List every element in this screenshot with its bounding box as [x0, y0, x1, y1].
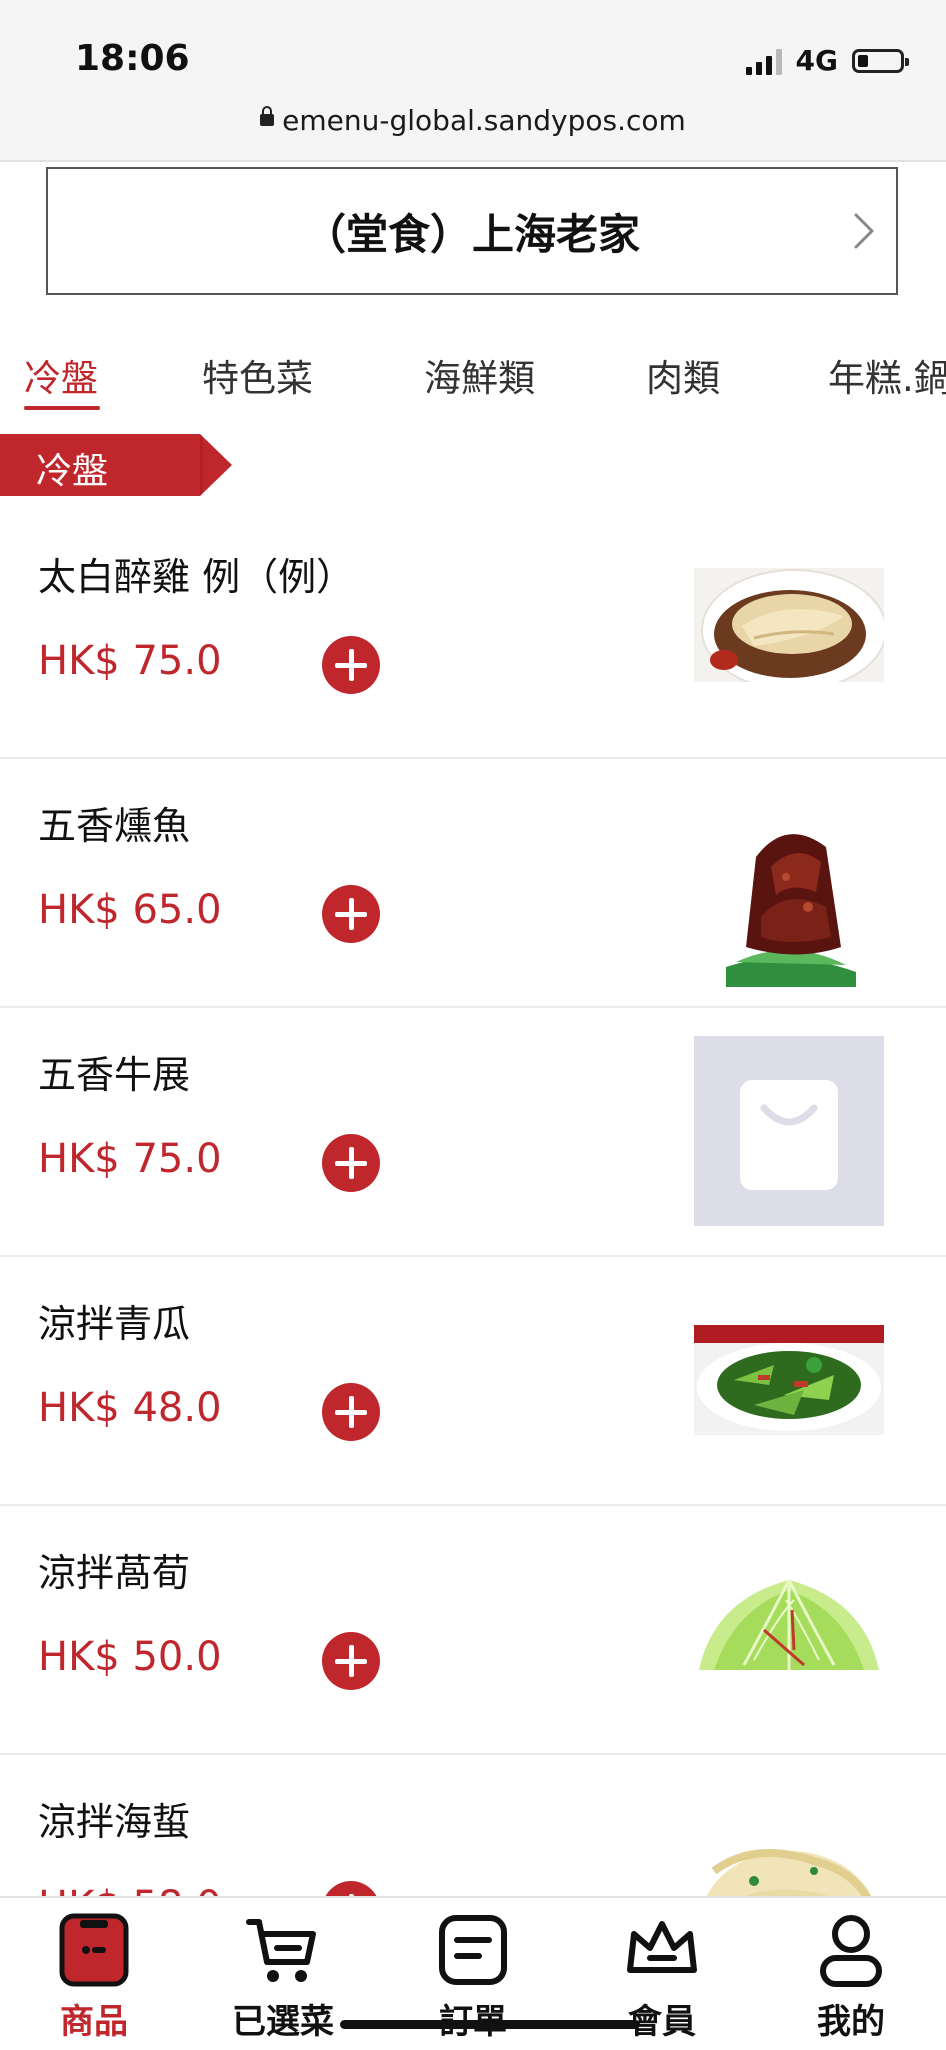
list-item[interactable]: 涼拌青瓜 HK$ 48.0 [0, 1257, 946, 1506]
add-item-button[interactable] [322, 1632, 380, 1690]
url-text: emenu-global.sandypos.com [282, 104, 686, 137]
url-bar[interactable]: emenu-global.sandypos.com [0, 104, 946, 137]
add-item-button[interactable] [322, 1383, 380, 1441]
tab-seafood[interactable]: 海鮮類 [424, 348, 535, 402]
store-selector[interactable]: （堂食）上海老家 [46, 167, 898, 295]
lettuce-stem-salad-photo [694, 1570, 884, 1680]
home-indicator [340, 2020, 640, 2029]
list-item[interactable]: 五香牛展 HK$ 75.0 [0, 1008, 946, 1257]
item-name: 五香牛展 [38, 1053, 191, 1097]
active-tab-indicator [24, 406, 100, 410]
section-title: 冷盤 [36, 451, 109, 492]
tab-products[interactable]: 商品 [24, 1912, 164, 2043]
item-name: 涼拌海蜇 [38, 1800, 191, 1844]
browser-chrome: 18:06 4G emenu-global.sandypos.com [0, 0, 946, 162]
tab-label: 商品 [60, 2002, 128, 2042]
chevron-right-icon [854, 213, 874, 249]
item-price: HK$ 48.0 [38, 1385, 222, 1431]
product-icon [59, 1913, 129, 1987]
item-price: HK$ 75.0 [38, 1136, 222, 1182]
status-indicators: 4G [745, 44, 909, 77]
item-name: 太白醉雞 例（例） [38, 555, 355, 599]
item-name: 五香燻魚 [38, 804, 191, 848]
cucumber-salad-photo [694, 1325, 884, 1435]
list-item[interactable]: 五香燻魚 HK$ 65.0 [0, 759, 946, 1008]
add-item-button[interactable] [322, 636, 380, 694]
lock-icon [260, 106, 275, 126]
tab-specialties[interactable]: 特色菜 [202, 348, 313, 402]
store-name: （堂食）上海老家 [303, 209, 640, 259]
tab-label: 訂單 [403, 1994, 543, 2043]
smoked-fish-photo [716, 797, 862, 987]
item-name: 涼拌萵荀 [38, 1551, 191, 1595]
tab-cold-dishes[interactable]: 冷盤 [24, 348, 98, 402]
cart-icon [246, 1919, 316, 1982]
tab-rice-cake-pot[interactable]: 年糕.鍋 [828, 348, 946, 402]
battery-icon [852, 48, 909, 73]
drunken-chicken-photo [694, 568, 884, 682]
tab-label: 會員 [628, 2002, 696, 2042]
network-type: 4G [795, 44, 838, 77]
tab-profile[interactable]: 我的 [781, 1912, 921, 2043]
tab-label: 我的 [817, 2002, 885, 2042]
list-item[interactable]: 太白醉雞 例（例） HK$ 75.0 [0, 510, 946, 759]
add-item-button[interactable] [322, 1134, 380, 1192]
add-item-button[interactable] [322, 885, 380, 943]
item-price: HK$ 50.0 [38, 1634, 222, 1680]
section-ribbon: 冷盤 [0, 434, 232, 496]
status-time: 18:06 [75, 38, 190, 79]
category-tabs: 冷盤 特色菜 海鮮類 肉類 年糕.鍋 [0, 336, 946, 420]
order-icon [439, 1915, 507, 1985]
item-price: HK$ 65.0 [38, 887, 222, 933]
item-name: 涼拌青瓜 [38, 1302, 191, 1346]
tab-selected-dishes[interactable]: 已選菜 [213, 1912, 353, 2043]
tab-label: 已選菜 [232, 2002, 334, 2042]
crown-icon [627, 1921, 697, 1973]
list-item[interactable]: 涼拌萵荀 HK$ 50.0 [0, 1506, 946, 1755]
tab-meat[interactable]: 肉類 [646, 348, 720, 402]
user-icon [820, 1915, 882, 1987]
placeholder-bag-icon [694, 1036, 884, 1226]
signal-icon [745, 47, 782, 75]
item-price: HK$ 75.0 [38, 638, 222, 684]
